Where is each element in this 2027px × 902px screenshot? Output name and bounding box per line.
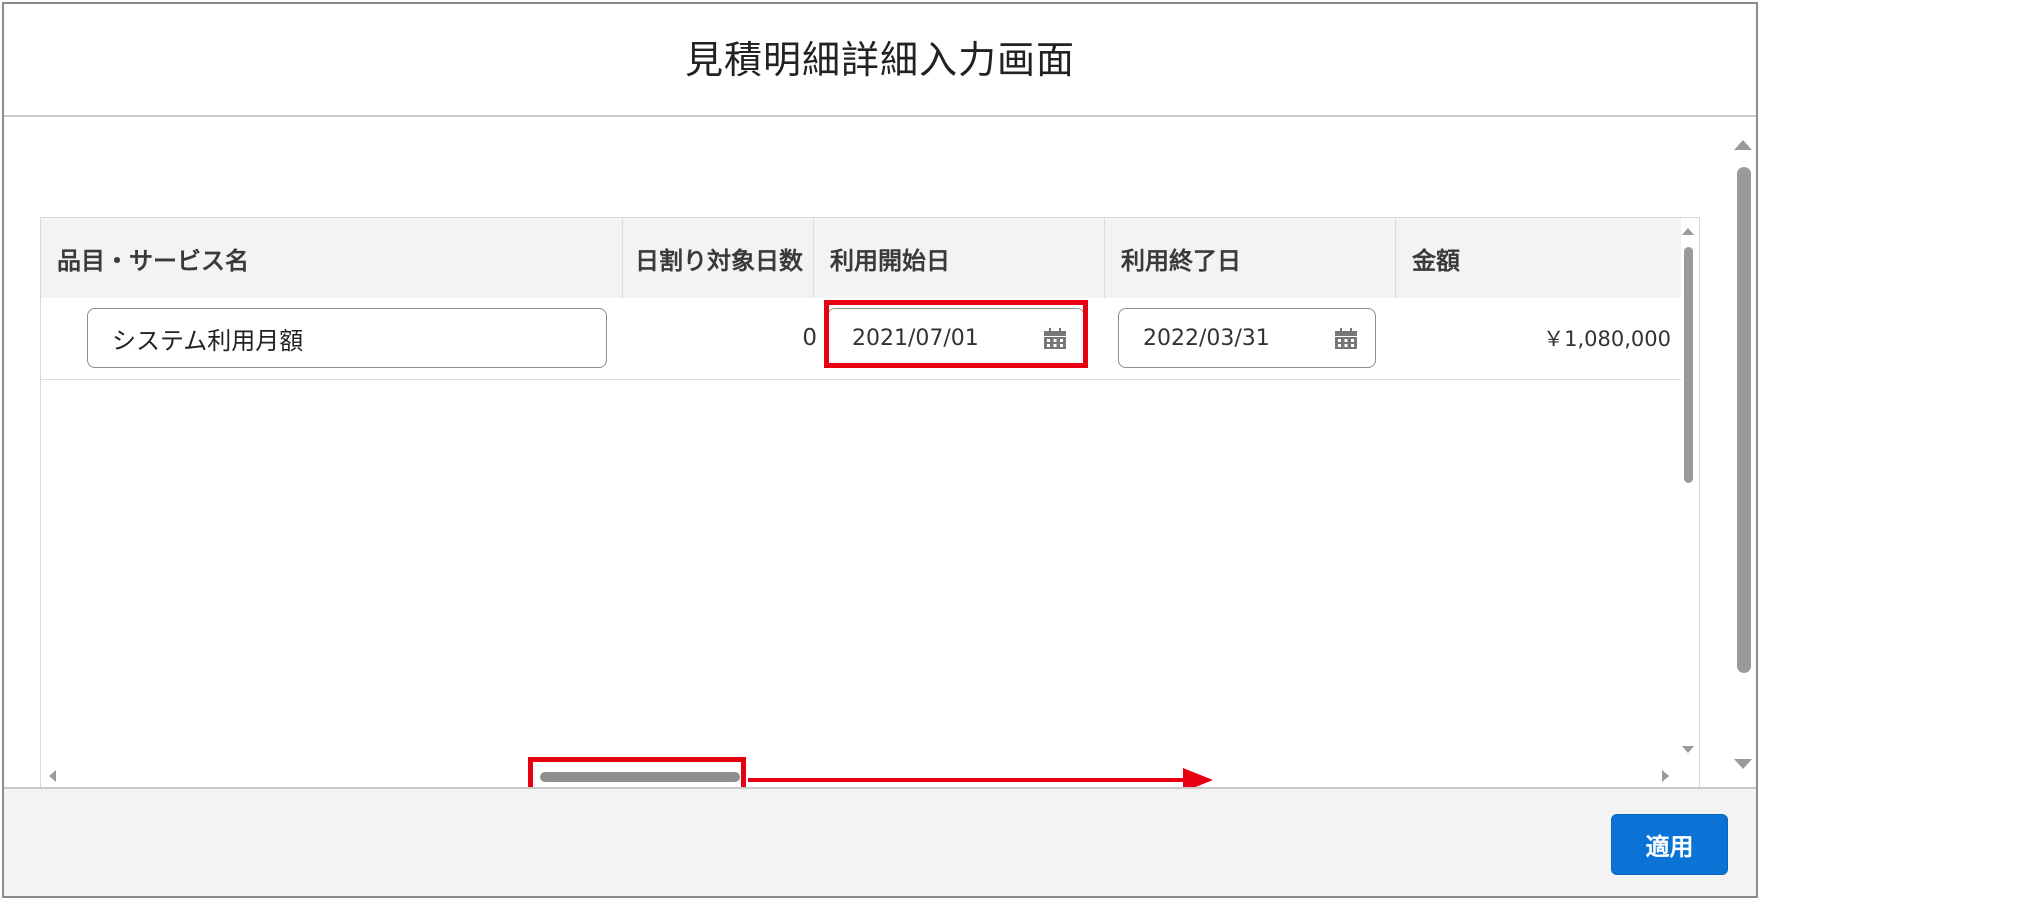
start-date-value: 2021/07/01 <box>852 325 979 351</box>
grid-scroll-up-arrow[interactable] <box>1682 228 1694 235</box>
grid-scroll-down-arrow[interactable] <box>1682 746 1694 753</box>
table-row: システム利用月額 0 2021/07/01 2022/03/31 ￥1,080,… <box>41 298 1681 380</box>
calendar-icon[interactable] <box>1335 328 1357 349</box>
grid-scroll-left-arrow[interactable] <box>49 770 56 782</box>
grid-vertical-scrollbar-thumb[interactable] <box>1684 247 1693 483</box>
column-header-amount: 金額 <box>1412 246 1460 275</box>
outer-scroll-down-arrow[interactable] <box>1734 759 1752 769</box>
prorated-days-cell: 0 <box>802 325 817 351</box>
column-header-start-date: 利用開始日 <box>814 218 1105 298</box>
line-item-grid: 品目・サービス名 日割り対象日数 利用開始日 利用終了日 金額 システム利用月額… <box>40 217 1700 789</box>
end-date-input[interactable]: 2022/03/31 <box>1118 308 1376 368</box>
modal-footer: 適用 <box>4 787 1756 896</box>
grid-scroll-right-arrow[interactable] <box>1662 770 1669 782</box>
calendar-icon[interactable] <box>1044 328 1066 349</box>
amount-cell: ￥1,080,000 <box>1543 327 1671 351</box>
start-date-input[interactable]: 2021/07/01 <box>827 308 1085 368</box>
modal-title: 見積明細詳細入力画面 <box>684 38 1075 82</box>
grid-header-row: 品目・サービス名 日割り対象日数 利用開始日 利用終了日 金額 <box>41 218 1681 299</box>
grid-horizontal-scrollbar-thumb[interactable] <box>540 772 740 782</box>
column-header-prorated-days: 日割り対象日数 <box>623 218 814 298</box>
column-header-item-name: 品目・サービス名 <box>41 218 623 298</box>
item-name-input[interactable]: システム利用月額 <box>87 308 607 368</box>
outer-scroll-up-arrow[interactable] <box>1734 140 1752 150</box>
apply-button[interactable]: 適用 <box>1611 814 1728 875</box>
outer-vertical-scrollbar-thumb[interactable] <box>1737 167 1751 673</box>
column-header-end-date: 利用終了日 <box>1105 218 1396 298</box>
modal-dialog: 見積明細詳細入力画面 品目・サービス名 日割り対象日数 利用開始日 利用終了日 … <box>2 2 1758 898</box>
modal-header: 見積明細詳細入力画面 <box>4 4 1756 117</box>
end-date-value: 2022/03/31 <box>1143 325 1270 351</box>
item-name-value: システム利用月額 <box>112 326 304 355</box>
